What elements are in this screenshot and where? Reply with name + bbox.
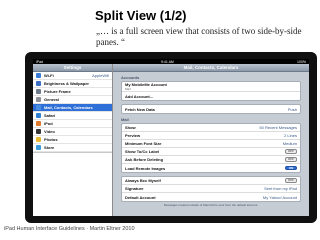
slide-title: Split View (1/2) bbox=[95, 8, 187, 23]
settings-item-label: Mail, Contacts, Calendars bbox=[44, 105, 93, 110]
default-account-note: Messages created outside of Mail will be… bbox=[163, 203, 259, 207]
detail-row-label: Load Remote Images bbox=[125, 165, 166, 171]
detail-row-value: My Yahoo! Account bbox=[262, 194, 297, 200]
settings-item-label: Wi-Fi bbox=[44, 73, 54, 78]
detail-row-label: Default Account bbox=[125, 194, 156, 200]
detail-row[interactable]: Add Account... bbox=[122, 92, 300, 100]
settings-item-icon bbox=[36, 113, 41, 118]
master-title-bar: Settings bbox=[33, 64, 112, 72]
settings-item[interactable]: General bbox=[33, 96, 112, 104]
settings-item-label: Safari bbox=[44, 113, 56, 118]
toggle-switch[interactable]: OFF bbox=[285, 149, 297, 154]
accounts-group: My MobileMe Account Mail Add Account... bbox=[121, 81, 301, 101]
settings-item[interactable]: Video bbox=[33, 128, 112, 136]
detail-row[interactable]: Signature Sent from my iPad bbox=[122, 185, 300, 193]
settings-item-icon bbox=[36, 129, 41, 134]
settings-item-icon bbox=[36, 137, 41, 142]
detail-row-value: Sent from my iPad bbox=[264, 186, 297, 191]
detail-row[interactable]: Minimum Font Size Medium bbox=[122, 140, 300, 148]
detail-row-value: 50 Recent Messages bbox=[259, 125, 297, 130]
slide-quote: „… is a full screen view that consists o… bbox=[96, 26, 302, 47]
toggle-switch[interactable]: OFF bbox=[285, 157, 297, 162]
settings-item[interactable]: Store bbox=[33, 144, 112, 152]
detail-row-sublabel: Mail bbox=[125, 87, 131, 91]
settings-item-label: Photos bbox=[44, 137, 58, 142]
detail-row-label: Ask Before Deleting bbox=[125, 157, 164, 162]
settings-item-icon bbox=[36, 97, 41, 102]
detail-row-label: Minimum Font Size bbox=[125, 141, 162, 146]
settings-item-label: Picture Frame bbox=[44, 89, 71, 94]
ipad-screen: iPad 9:41 AM 100% Settings Wi-Fi AppleWif… bbox=[33, 59, 309, 216]
detail-pane: Mail, Contacts, Calendars Accounts My Mo… bbox=[113, 64, 309, 216]
signature-group: Always Bcc Myself OFF Signature Sent from m… bbox=[121, 176, 301, 202]
settings-item[interactable]: iPod bbox=[33, 120, 112, 128]
settings-item-value: AppleWifi bbox=[92, 73, 109, 78]
fetch-group: Fetch New Data Push bbox=[121, 104, 301, 114]
settings-item[interactable]: Picture Frame bbox=[33, 88, 112, 96]
toggle-switch[interactable]: OFF bbox=[285, 178, 297, 183]
ipad-device-frame: iPad 9:41 AM 100% Settings Wi-Fi AppleWif… bbox=[25, 52, 317, 223]
detail-row-value: 2 Lines bbox=[284, 133, 297, 138]
fetch-value: Push bbox=[287, 106, 297, 112]
detail-row-label: Add Account... bbox=[125, 93, 154, 99]
settings-list: Wi-Fi AppleWifi Brightness & Wallpaper Pict… bbox=[33, 72, 112, 153]
fetch-label: Fetch New Data bbox=[125, 106, 155, 112]
fetch-new-data-row[interactable]: Fetch New Data Push bbox=[122, 105, 300, 113]
detail-row[interactable]: Load Remote Images ON bbox=[122, 164, 300, 172]
settings-item-icon bbox=[36, 81, 41, 86]
detail-row-label: Show To/Cc Label bbox=[125, 149, 160, 154]
settings-item[interactable]: Wi-Fi AppleWifi bbox=[33, 72, 112, 80]
master-pane: Settings Wi-Fi AppleWifi Brightness & Wall… bbox=[33, 64, 113, 216]
detail-row-value: Medium bbox=[282, 141, 297, 146]
settings-item-label: Store bbox=[44, 145, 55, 150]
settings-item-label: Brightness & Wallpaper bbox=[44, 81, 89, 86]
status-battery: 100% bbox=[297, 59, 306, 64]
slide-footer: iPad Human Interface Guidelines · Martin… bbox=[4, 226, 135, 232]
settings-item-label: iPod bbox=[44, 121, 53, 126]
settings-item-icon bbox=[36, 89, 41, 94]
detail-title-bar: Mail, Contacts, Calendars bbox=[113, 64, 309, 72]
settings-item[interactable]: Brightness & Wallpaper bbox=[33, 80, 112, 88]
detail-row[interactable]: My MobileMe Account Mail bbox=[122, 82, 300, 92]
settings-item-icon bbox=[36, 145, 41, 150]
detail-row[interactable]: Show To/Cc Label OFF bbox=[122, 148, 300, 156]
detail-row-label: Signature bbox=[125, 186, 144, 191]
status-carrier: iPad bbox=[36, 59, 44, 64]
toggle-switch[interactable]: ON bbox=[285, 165, 297, 171]
settings-item[interactable]: Mail, Contacts, Calendars bbox=[33, 104, 112, 112]
settings-item[interactable]: Safari bbox=[33, 112, 112, 120]
detail-row[interactable]: Preview 2 Lines bbox=[122, 132, 300, 140]
detail-row-label: Preview bbox=[125, 133, 141, 138]
detail-row-label: Always Bcc Myself bbox=[125, 178, 161, 183]
detail-row[interactable]: Always Bcc Myself OFF bbox=[122, 177, 300, 185]
mail-settings-group: Show 50 Recent Messages Preview 2 Lines Mini… bbox=[121, 123, 301, 173]
detail-row-label: Show bbox=[125, 125, 136, 130]
settings-item-icon bbox=[36, 121, 41, 126]
accounts-header: Accounts bbox=[121, 75, 140, 80]
settings-item-icon bbox=[36, 105, 41, 110]
detail-row[interactable]: Show 50 Recent Messages bbox=[122, 124, 300, 132]
settings-item-label: General bbox=[44, 97, 59, 102]
detail-row[interactable]: Default Account My Yahoo! Account bbox=[122, 193, 300, 201]
detail-row[interactable]: Ask Before Deleting OFF bbox=[122, 156, 300, 164]
settings-item-icon bbox=[36, 73, 41, 78]
settings-item[interactable]: Photos bbox=[33, 136, 112, 144]
status-time: 9:41 AM bbox=[161, 59, 174, 64]
detail-row-label: My MobileMe Account bbox=[125, 82, 167, 87]
settings-item-label: Video bbox=[44, 129, 55, 134]
mail-header: Mail bbox=[121, 117, 129, 122]
